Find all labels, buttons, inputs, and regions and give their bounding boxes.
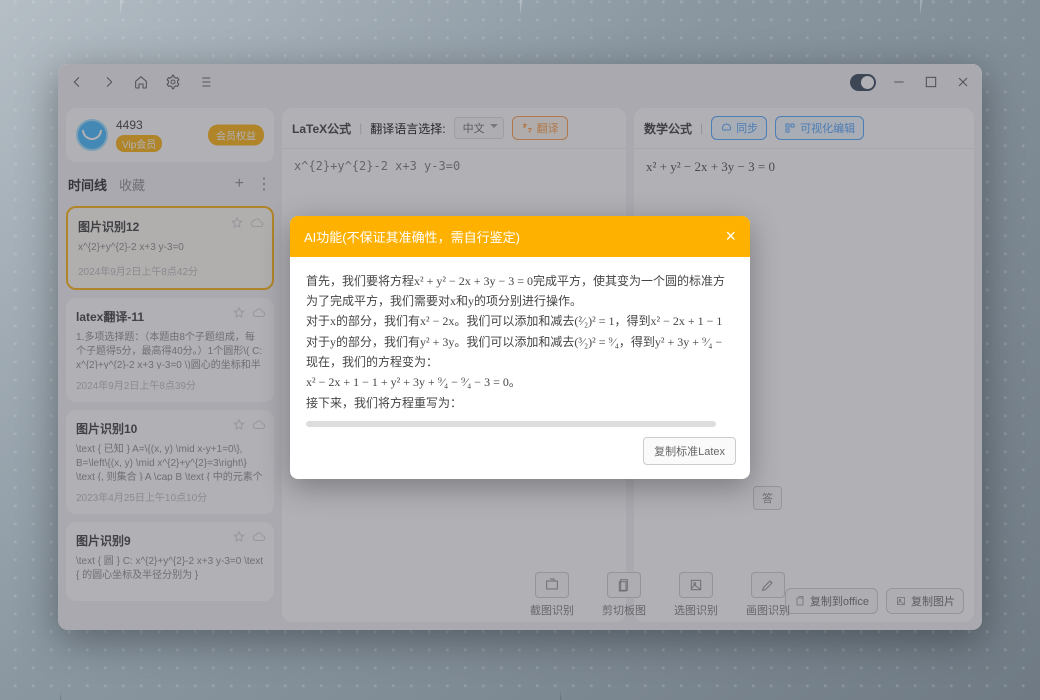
modal-title: AI功能(不保证其准确性，需自行鉴定) xyxy=(304,227,520,246)
app-window: 4493 Vip会员 会员权益 时间线 收藏 + ⋮ 图片识别12 x^{2}+… xyxy=(58,64,982,630)
modal-overlay: AI功能(不保证其准确性，需自行鉴定) × 首先，我们要将方程x² + y² −… xyxy=(58,64,982,630)
ai-modal: AI功能(不保证其准确性，需自行鉴定) × 首先，我们要将方程x² + y² −… xyxy=(290,216,750,479)
modal-body: 首先，我们要将方程x² + y² − 2x + 3y − 3 = 0完成平方，使… xyxy=(290,257,750,417)
modal-close-icon[interactable]: × xyxy=(725,226,736,247)
copy-latex-button[interactable]: 复制标准Latex xyxy=(643,437,736,465)
